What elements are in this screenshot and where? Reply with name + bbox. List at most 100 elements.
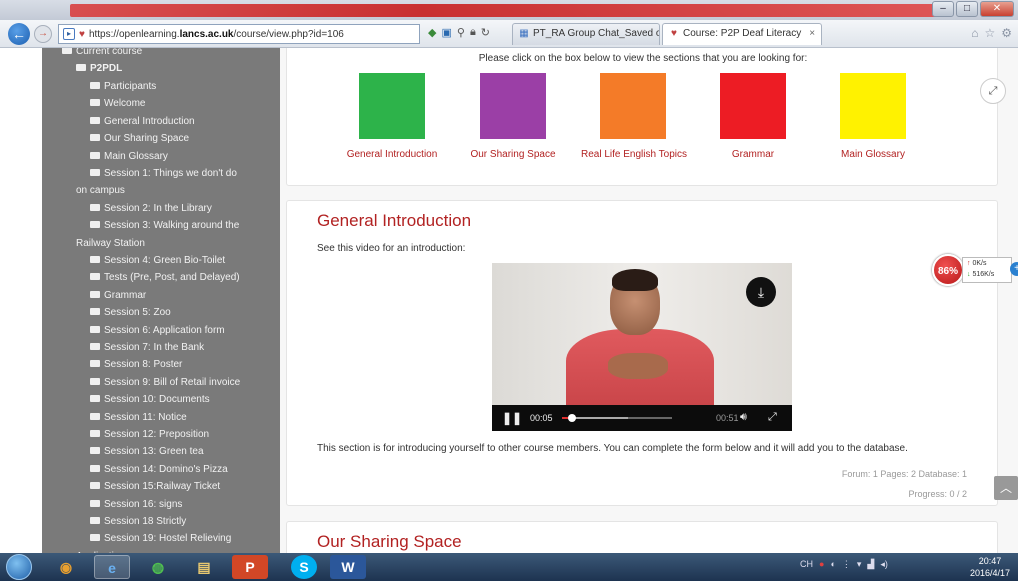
video-controls: ❚❚ 00:05 00:51 🔊︎ ⤢ — [492, 405, 792, 431]
chrome-taskbar-icon[interactable]: ◉ — [48, 555, 84, 579]
sidebar-item[interactable]: Main Glossary — [42, 149, 280, 165]
network-speed-widget[interactable]: 86% ↑ 0K/s ↓ 516K/s + — [930, 254, 1018, 288]
tray-icon[interactable]: ● — [819, 559, 824, 570]
folder-icon — [90, 377, 100, 385]
sidebar-item[interactable]: Session 3: Walking around the — [42, 218, 280, 234]
sidebar-item-label: P2PDL — [90, 63, 123, 74]
folder-icon — [90, 517, 100, 524]
ie-taskbar-icon[interactable]: e — [94, 555, 130, 579]
taskbar-clock[interactable]: 20:47 2016/4/17 — [970, 555, 1010, 579]
network-icon[interactable]: ▟ — [867, 559, 874, 570]
powerpoint-taskbar-icon[interactable]: P — [232, 555, 268, 579]
address-bar[interactable]: ▸ ♥ https://openlearning.lancs.ac.uk/cou… — [58, 24, 420, 44]
link-main-glossary[interactable]: Main Glossary — [813, 149, 933, 160]
sidebar-item[interactable]: Our Sharing Space — [42, 131, 280, 147]
sidebar-item-label: Session 7: In the Bank — [104, 342, 205, 353]
tab-group-chat[interactable]: ▦ PT_RA Group Chat_Saved o... — [512, 23, 660, 45]
sidebar-item[interactable]: Welcome — [42, 96, 280, 112]
sidebar-item[interactable]: Session 4: Green Bio-Toilet — [42, 253, 280, 269]
tray-icon[interactable]: ▾ — [857, 559, 862, 570]
sidebar-course-p2pdl[interactable]: P2PDL — [42, 61, 280, 77]
sidebar-item-label: Session 13: Green tea — [104, 446, 204, 458]
close-tab-icon[interactable]: × — [809, 28, 815, 39]
skype-taskbar-icon[interactable]: S — [291, 555, 317, 579]
home-icon[interactable]: ⌂ — [971, 26, 978, 40]
sidebar-item[interactable]: Session 1: Things we don't do — [42, 166, 280, 182]
fullscreen-icon[interactable]: ⤢ — [768, 411, 777, 424]
sidebar-item-label: Session 18 Strictly — [104, 516, 187, 527]
tray-icon[interactable]: ◐ — [830, 559, 835, 570]
folder-icon — [90, 325, 100, 333]
sidebar-item[interactable]: Session 19: Hostel Relieving — [42, 531, 280, 547]
close-window-button[interactable]: ✕ — [980, 1, 1014, 17]
sidebar-item-label: Current course — [76, 48, 143, 57]
seek-bar[interactable] — [562, 414, 672, 422]
refresh-icon[interactable]: ↻ — [481, 26, 490, 39]
link-general-introduction[interactable]: General Introduction — [332, 149, 452, 160]
word-taskbar-icon[interactable]: W — [330, 555, 366, 579]
sidebar-item[interactable]: Session 5: Zoo — [42, 305, 280, 321]
link-real-life-english[interactable]: Real Life English Topics — [569, 149, 699, 160]
box-main-glossary[interactable] — [840, 73, 906, 139]
sidebar-item[interactable]: Session 11: Notice — [42, 410, 280, 426]
clock-time: 20:47 — [978, 556, 1002, 566]
tab-course[interactable]: ♥ Course: P2P Deaf Literacy × — [662, 23, 822, 45]
sidebar-item[interactable]: Session 7: In the Bank — [42, 340, 280, 356]
sidebar-item[interactable]: Session 8: Poster — [42, 357, 280, 373]
sidebar-item[interactable]: Session 6: Application form — [42, 323, 280, 339]
tab-label: Course: P2P Deaf Literacy — [683, 28, 802, 39]
sidebar-item[interactable]: Session 9: Bill of Retail invoice — [42, 375, 280, 391]
add-icon[interactable]: + — [1010, 262, 1018, 276]
scroll-to-top-icon[interactable]: ︿ — [994, 476, 1018, 500]
folder-icon — [90, 395, 100, 403]
sidebar-item[interactable]: Session 10: Documents — [42, 392, 280, 408]
sidebar-item[interactable]: Railway Station — [42, 236, 280, 252]
box-grammar[interactable] — [720, 73, 786, 139]
maximize-button[interactable]: □ — [956, 1, 978, 17]
box-general-introduction[interactable] — [359, 73, 425, 139]
favorites-icon[interactable]: ☆ — [984, 26, 995, 40]
sidebar-item[interactable]: Session 14: Domino's Pizza — [42, 462, 280, 478]
volume-icon[interactable]: 🔊︎ — [740, 411, 747, 424]
folder-icon — [90, 134, 100, 142]
minimize-button[interactable]: – — [932, 1, 954, 17]
back-button[interactable]: ← — [8, 23, 30, 45]
expand-icon[interactable]: ⤢ — [980, 78, 1006, 104]
box-real-life-english[interactable] — [600, 73, 666, 139]
sidebar-item[interactable]: Session 15:Railway Ticket — [42, 479, 280, 495]
sidebar-item[interactable]: on campus — [42, 183, 280, 199]
settings-icon[interactable]: ⚙ — [1001, 26, 1012, 40]
compat-icon[interactable]: ◆ — [428, 26, 436, 39]
link-our-sharing-space[interactable]: Our Sharing Space — [453, 149, 573, 160]
pause-icon[interactable]: ❚❚ — [502, 411, 522, 425]
tray-icon[interactable]: CH — [800, 559, 813, 570]
end-time: 00:51 — [716, 413, 739, 423]
sidebar-item[interactable]: Session 2: In the Library — [42, 201, 280, 217]
explorer-taskbar-icon[interactable]: ▤ — [186, 555, 222, 579]
title-highlight — [70, 4, 950, 17]
intro-video[interactable]: ⤓ ❚❚ 00:05 00:51 🔊︎ ⤢ — [492, 263, 792, 431]
sidebar-item[interactable]: Session 16: signs — [42, 497, 280, 513]
sidebar-current-course[interactable]: Current course — [42, 48, 280, 60]
sidebar-item[interactable]: Participants — [42, 79, 280, 95]
search-icon[interactable]: ⚲ — [457, 26, 465, 39]
sidebar-item[interactable]: General Introduction — [42, 114, 280, 130]
sidebar-item[interactable]: Session 12: Preposition — [42, 427, 280, 443]
download-icon[interactable]: ⤓ — [746, 277, 776, 307]
link-grammar[interactable]: Grammar — [693, 149, 813, 160]
forward-button[interactable]: → — [34, 25, 52, 43]
sidebar-item[interactable]: Session 18 Strictly — [42, 514, 280, 530]
browser-taskbar-icon[interactable]: ◍ — [140, 555, 176, 579]
sidebar-item[interactable]: Grammar — [42, 288, 280, 304]
folder-icon — [90, 221, 100, 229]
tray-icon[interactable]: ⋮ — [842, 559, 851, 570]
box-our-sharing-space[interactable] — [480, 73, 546, 139]
feed-icon[interactable]: ▣ — [441, 26, 451, 39]
seek-handle[interactable] — [567, 414, 576, 422]
start-button[interactable] — [6, 554, 32, 580]
folder-icon — [90, 447, 100, 455]
sidebar-item[interactable]: Session 13: Green tea — [42, 444, 280, 460]
volume-tray-icon[interactable]: ◂) — [880, 559, 888, 570]
sidebar-item[interactable]: Tests (Pre, Post, and Delayed) — [42, 270, 280, 286]
folder-icon — [90, 482, 100, 490]
